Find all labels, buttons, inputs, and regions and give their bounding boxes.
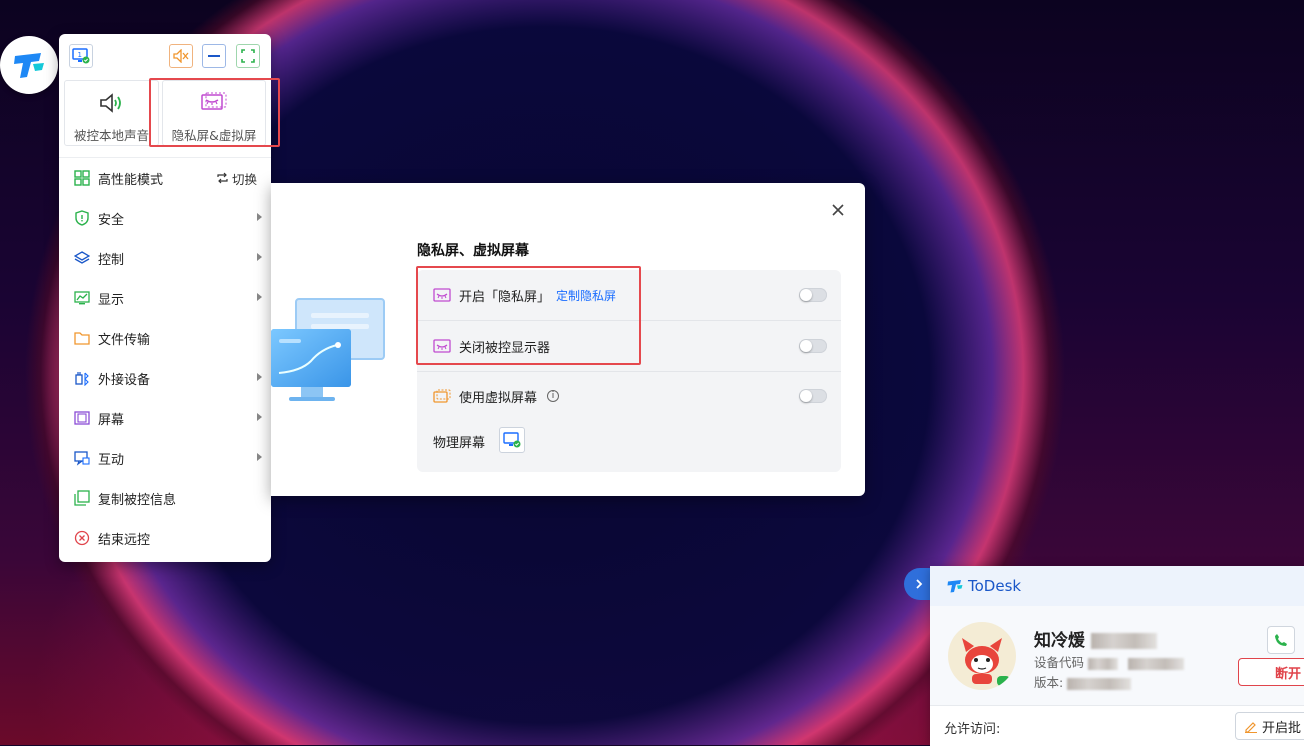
menu-item-label: 显示 [98, 292, 125, 308]
virtual-screen-label: 使用虚拟屏幕 [459, 390, 538, 406]
user-name: 知冷煖 [1034, 626, 1157, 651]
todesk-brand: ToDesk [968, 577, 1022, 595]
user-name-text: 知冷煖 [1034, 631, 1085, 651]
speaker-icon [99, 93, 121, 113]
version-label: 版本: [1034, 675, 1064, 690]
submenu-arrow-icon [257, 293, 262, 301]
disconnect-button[interactable]: 断开 [1238, 658, 1304, 686]
swap-icon [217, 172, 228, 184]
close-circle-icon [72, 528, 92, 548]
avatar [948, 622, 1016, 690]
menu-item-label: 控制 [98, 252, 125, 268]
menu-item-label: 高性能模式 [98, 172, 164, 188]
enable-button-label: 开启批 [1262, 720, 1302, 736]
local-sound-label: 被控本地声音 [73, 128, 149, 143]
submenu-arrow-icon [257, 213, 262, 221]
pen-icon [1245, 722, 1257, 733]
menu-item-label: 复制被控信息 [98, 492, 177, 508]
menu-item-label: 安全 [98, 212, 125, 228]
virtual-screen-toggle[interactable] [799, 389, 827, 403]
chat-icon [72, 448, 92, 468]
submenu-arrow-icon [257, 373, 262, 381]
privacy-screen-toggle[interactable] [799, 288, 827, 302]
switch-mode-button[interactable]: 切换 [216, 169, 257, 188]
minimize-button[interactable] [202, 44, 226, 68]
menu-item-screen[interactable]: 屏幕 [59, 398, 271, 438]
todesk-footer: 允许访问: 开启批 [930, 705, 1304, 746]
dialog-title: 隐私屏、虚拟屏幕 [417, 243, 529, 259]
monitor-check-icon [503, 432, 521, 448]
highlight-frame [149, 78, 280, 147]
virtual-screen-icon [433, 389, 451, 403]
turn-off-monitor-toggle[interactable] [799, 339, 827, 353]
chevron-right-icon [916, 579, 923, 589]
fullscreen-button[interactable] [236, 44, 260, 68]
highlight-frame [416, 266, 641, 365]
redacted-name [1090, 633, 1157, 649]
fullscreen-icon [241, 49, 255, 63]
call-button[interactable] [1267, 626, 1295, 654]
menu-item-end-remote[interactable]: 结束远控 [59, 518, 271, 558]
phone-icon [1275, 634, 1287, 646]
menu-item-copy-info[interactable]: 复制被控信息 [59, 478, 271, 518]
menu-item-label: 文件传输 [98, 332, 151, 348]
grid-icon [72, 168, 92, 188]
shield-icon [72, 208, 92, 228]
menu-item-security[interactable]: 安全 [59, 198, 271, 238]
version-line: 版本: [1034, 672, 1132, 691]
redacted-value [1127, 657, 1184, 670]
menu-item-label: 结束远控 [98, 532, 151, 548]
svg-text:1: 1 [78, 51, 82, 59]
menu-item-performance-mode[interactable]: 高性能模式 切换 [59, 158, 271, 198]
close-icon [832, 204, 844, 216]
copy-icon [72, 488, 92, 508]
redacted-value [1088, 657, 1118, 670]
monitor-illustration-icon [271, 298, 385, 401]
layers-icon [72, 248, 92, 268]
menu-item-file-transfer[interactable]: 文件传输 [59, 318, 271, 358]
switch-mode-label: 切换 [231, 171, 257, 187]
todesk-logo-icon [14, 53, 44, 78]
toolbar-menu: 高性能模式 切换 安全 控制 显示 文件传输 外接设备 屏幕 互动 复制被控信息… [59, 157, 271, 548]
screen-icon [72, 408, 92, 428]
minimize-icon [208, 55, 220, 57]
folder-icon [72, 328, 92, 348]
close-button[interactable] [829, 201, 847, 219]
usb-device-icon [72, 368, 92, 388]
menu-item-interaction[interactable]: 互动 [59, 438, 271, 478]
display-chart-icon [72, 288, 92, 308]
enable-button[interactable]: 开启批 [1235, 712, 1304, 740]
monitor-check-icon: 1 [72, 48, 90, 64]
allow-access-label: 允许访问: [944, 722, 1001, 737]
todesk-logo-icon [947, 580, 963, 593]
mute-speaker-icon [173, 49, 189, 63]
menu-item-label: 外接设备 [98, 372, 151, 388]
menu-item-display[interactable]: 显示 [59, 278, 271, 318]
todesk-header: ToDesk [930, 566, 1304, 606]
info-icon[interactable]: i [547, 390, 560, 402]
submenu-arrow-icon [257, 253, 262, 261]
submenu-arrow-icon [257, 453, 262, 461]
device-code-label: 设备代码 [1034, 655, 1085, 670]
todesk-session-panel: ToDesk 知冷煖 设备代码 版本: 断开 允许访问: 开启批 [930, 566, 1304, 746]
monitor-switch-button[interactable]: 1 [69, 44, 93, 68]
menu-item-external-devices[interactable]: 外接设备 [59, 358, 271, 398]
device-code-line: 设备代码 [1034, 652, 1184, 671]
todesk-user-info: 知冷煖 设备代码 版本: 断开 [930, 606, 1304, 705]
menu-item-control[interactable]: 控制 [59, 238, 271, 278]
todesk-logo-button[interactable] [0, 36, 58, 94]
mute-button[interactable] [169, 44, 193, 68]
virtual-screen-row: 使用虚拟屏幕 i [417, 371, 841, 421]
menu-item-label: 互动 [98, 452, 125, 468]
submenu-arrow-icon [257, 413, 262, 421]
physical-screen-button[interactable] [499, 427, 525, 453]
menu-item-label: 屏幕 [98, 412, 125, 428]
physical-screen-label: 物理屏幕 [433, 436, 486, 451]
redacted-value [1067, 677, 1132, 690]
local-sound-tile[interactable]: 被控本地声音 [64, 80, 159, 146]
